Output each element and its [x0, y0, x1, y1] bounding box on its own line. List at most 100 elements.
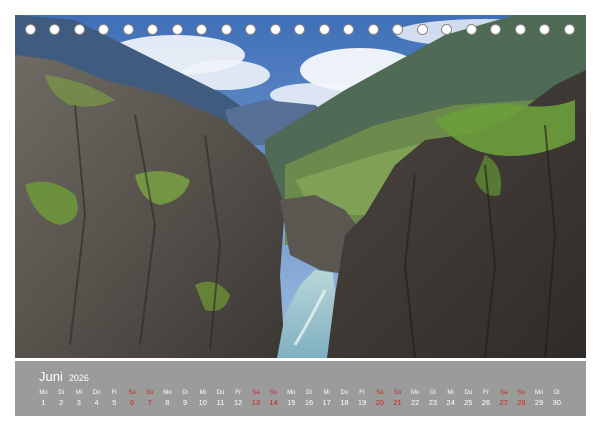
day-number: 13 [251, 398, 261, 407]
day-cell: Mo 22 [407, 389, 424, 409]
weekday-label: Fr [359, 390, 365, 396]
day-number: 16 [304, 398, 314, 407]
day-cell: Mi 10 [194, 389, 211, 409]
day-cell: Mi 24 [442, 389, 459, 409]
weekday-label: Mi [75, 390, 83, 396]
month-heading: Juni 2026 [39, 369, 89, 384]
day-number: 19 [357, 398, 367, 407]
day-cell: Fr 26 [478, 389, 495, 409]
day-cell: Fr 5 [106, 389, 123, 409]
day-number: 27 [499, 398, 508, 407]
binding-hole [123, 24, 134, 35]
day-number: 15 [287, 398, 296, 407]
day-cell: So 21 [389, 389, 406, 409]
weekday-label: So [517, 390, 526, 396]
day-number: 10 [198, 398, 207, 407]
day-cell: Fr 12 [230, 389, 247, 409]
weekday-label: Do [340, 390, 349, 396]
day-cell: Mo 29 [531, 389, 548, 409]
day-cell: Mo 8 [159, 389, 176, 409]
weekday-label: Mi [323, 390, 330, 396]
day-row: Mo 1 Di 2 Mi 3 Do 4 Fr 5 Sa 6 So 7 Mo 8 Di 9 Mi 10 Do 11 Fr 12 S… [35, 389, 566, 411]
weekday-label: Sa [128, 390, 136, 396]
weekday-label: Di [306, 390, 312, 396]
day-cell: Di 2 [53, 389, 70, 409]
binding-hole [270, 24, 281, 35]
day-number: 21 [393, 398, 402, 407]
day-cell: Sa 20 [371, 389, 388, 409]
binding-hole [564, 24, 575, 35]
day-number: 20 [375, 398, 384, 407]
binding-hole [221, 24, 232, 35]
day-number: 18 [340, 398, 349, 407]
day-number: 1 [41, 398, 46, 407]
weekday-label: So [393, 390, 402, 396]
weekday-label: Di [182, 390, 188, 396]
weekday-label: Mo [534, 390, 544, 396]
day-number: 29 [534, 398, 544, 407]
day-number: 11 [216, 398, 225, 407]
day-cell: Do 4 [88, 389, 105, 409]
binding-hole [74, 24, 85, 35]
binding-hole [368, 24, 379, 35]
calendar-grid: Juni 2026 Mo 1 Di 2 Mi 3 Do 4 Fr 5 Sa 6 So 7 Mo 8 Di 9 Mi 1… [15, 361, 586, 416]
day-cell: Sa 13 [247, 389, 264, 409]
day-cell: Do 25 [460, 389, 477, 409]
binding-hole [49, 24, 60, 35]
binding-hole [466, 24, 477, 35]
day-cell: Fr 19 [354, 389, 371, 409]
day-cell: Mo 1 [35, 389, 52, 409]
day-cell: Di 23 [424, 389, 441, 409]
day-cell: Mo 15 [283, 389, 300, 409]
mountain-gorge-photo [15, 15, 586, 358]
month-name: Juni [39, 369, 63, 384]
calendar-page: Juni 2026 Mo 1 Di 2 Mi 3 Do 4 Fr 5 Sa 6 So 7 Mo 8 Di 9 Mi 1… [0, 0, 600, 431]
weekday-label: Di [58, 390, 65, 396]
binding-hole [319, 24, 330, 35]
day-number: 14 [269, 398, 278, 407]
day-number: 4 [94, 398, 99, 407]
day-number: 24 [446, 398, 455, 407]
day-number: 12 [234, 398, 243, 407]
binding-hole [392, 24, 403, 35]
binding-hole [147, 24, 158, 35]
binding-hole [490, 24, 501, 35]
weekday-label: Do [464, 390, 473, 396]
binding-hole [294, 24, 305, 35]
day-cell: Di 30 [548, 389, 565, 409]
day-cell: Di 16 [301, 389, 318, 409]
day-number: 7 [147, 398, 152, 407]
weekday-label: Do [92, 390, 101, 396]
day-number: 23 [428, 398, 438, 407]
binding-hole [98, 24, 109, 35]
binding-hole [25, 24, 36, 35]
day-cell: So 14 [265, 389, 282, 409]
binding-hole [245, 24, 256, 35]
binding-hole [343, 24, 354, 35]
day-cell: Mi 17 [318, 389, 335, 409]
day-cell: Sa 27 [495, 389, 512, 409]
binding-hole [539, 24, 550, 35]
weekday-label: Sa [500, 390, 508, 396]
day-cell: So 7 [141, 389, 158, 409]
day-cell: Do 18 [336, 389, 353, 409]
weekday-label: Di [430, 390, 436, 396]
day-cell: Sa 6 [124, 389, 141, 409]
day-number: 28 [517, 398, 526, 407]
weekday-label: Do [216, 390, 225, 396]
day-number: 8 [165, 398, 170, 407]
day-cell: So 28 [513, 389, 530, 409]
day-cell: Di 9 [177, 389, 194, 409]
day-number: 30 [552, 398, 561, 407]
weekday-label: Mo [39, 390, 48, 396]
day-number: 3 [76, 398, 81, 407]
day-number: 26 [481, 398, 491, 407]
day-number: 25 [464, 398, 473, 407]
weekday-label: So [146, 390, 154, 396]
day-cell: Mi 3 [70, 389, 87, 409]
day-number: 22 [411, 398, 420, 407]
day-number: 5 [112, 398, 117, 407]
binding-holes [0, 24, 600, 38]
binding-hole [515, 24, 526, 35]
binding-hole [172, 24, 183, 35]
